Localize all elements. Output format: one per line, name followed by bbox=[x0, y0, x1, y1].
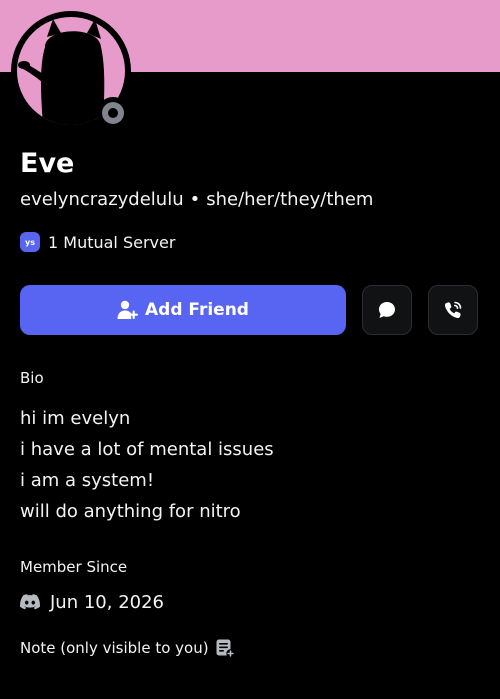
call-button[interactable] bbox=[428, 285, 478, 335]
add-friend-button[interactable]: Add Friend bbox=[20, 285, 346, 335]
display-name: Eve bbox=[20, 148, 75, 179]
status-indicator bbox=[97, 97, 129, 129]
username-pronouns: evelyncrazydelulu • she/her/they/them bbox=[20, 187, 373, 213]
bio-line: will do anything for nitro bbox=[20, 501, 241, 522]
bio-heading: Bio bbox=[20, 369, 44, 387]
member-since-heading: Member Since bbox=[20, 558, 128, 576]
separator-dot: • bbox=[189, 189, 201, 210]
bio-line: i am a system! bbox=[20, 470, 155, 491]
mutual-servers-label: 1 Mutual Server bbox=[48, 232, 176, 252]
member-since-date: Jun 10, 2026 bbox=[50, 591, 165, 613]
offline-status-icon bbox=[102, 102, 124, 124]
add-friend-label: Add Friend bbox=[145, 300, 249, 320]
person-add-icon bbox=[117, 300, 139, 320]
mutual-servers[interactable]: ys 1 Mutual Server bbox=[20, 231, 175, 253]
member-since-row: Jun 10, 2026 bbox=[20, 589, 164, 615]
edit-note-icon[interactable] bbox=[215, 638, 235, 658]
note-row[interactable]: Note (only visible to you) bbox=[20, 636, 235, 660]
phone-icon bbox=[443, 300, 463, 320]
bio-line: hi im evelyn bbox=[20, 408, 131, 429]
discord-logo-icon bbox=[20, 594, 40, 610]
pronouns: she/her/they/them bbox=[206, 189, 374, 210]
message-button[interactable] bbox=[362, 285, 412, 335]
server-icon: ys bbox=[20, 232, 40, 252]
bio-text: hi im evelyn i have a lot of mental issu… bbox=[20, 403, 274, 527]
username: evelyncrazydelulu bbox=[20, 189, 184, 210]
chat-bubble-icon bbox=[377, 300, 397, 320]
bio-line: i have a lot of mental issues bbox=[20, 439, 274, 460]
note-label: Note (only visible to you) bbox=[20, 639, 209, 657]
